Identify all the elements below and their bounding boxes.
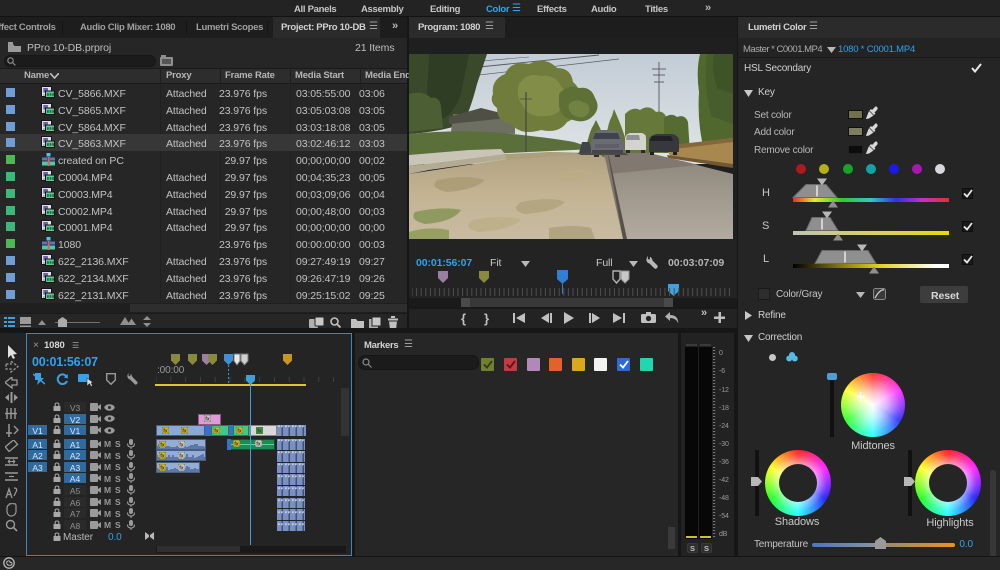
svg-text:fx: fx	[257, 429, 262, 434]
svg-text:fx: fx	[256, 441, 261, 446]
svg-text:fx: fx	[179, 465, 184, 470]
svg-text:fx: fx	[179, 454, 184, 459]
svg-text:fx: fx	[160, 454, 165, 459]
svg-text:fx: fx	[234, 441, 239, 446]
svg-text:fx: fx	[214, 429, 219, 434]
svg-text:fx: fx	[182, 429, 187, 434]
svg-text:fx: fx	[179, 442, 184, 447]
svg-text:fx: fx	[160, 465, 165, 470]
svg-text:fx: fx	[160, 442, 165, 447]
svg-text:fx: fx	[237, 429, 242, 434]
svg-text:fx: fx	[205, 416, 210, 421]
svg-text:fx: fx	[163, 429, 168, 434]
